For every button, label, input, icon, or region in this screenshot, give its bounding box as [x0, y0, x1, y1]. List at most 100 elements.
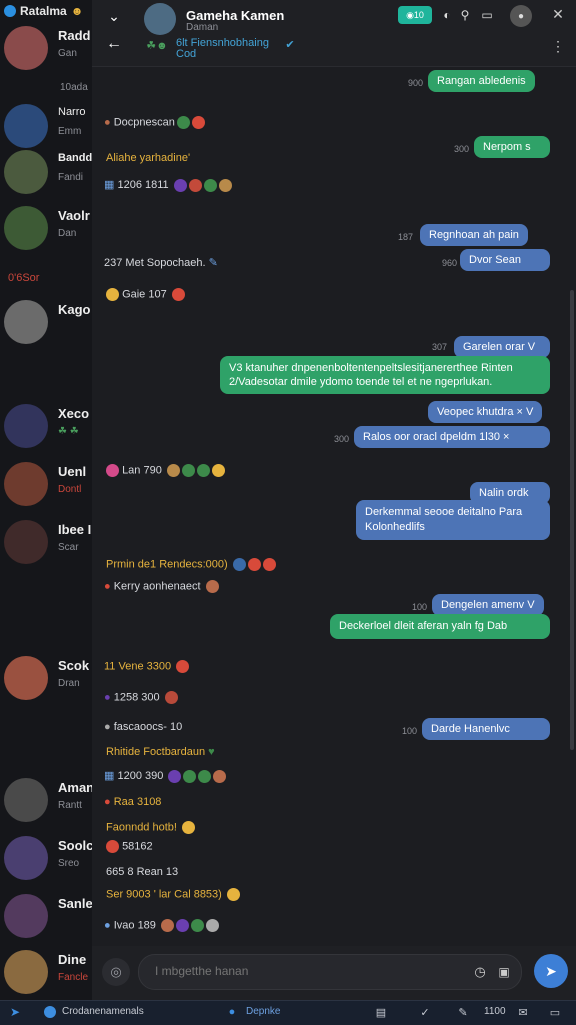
- outgoing-message[interactable]: Ralos oor oracl dpeldm 1l30 ×: [354, 426, 550, 448]
- chat-preview: Fandi: [58, 172, 84, 183]
- chat-list-item[interactable]: Kago: [0, 294, 92, 350]
- pen-icon[interactable]: ✎: [456, 1005, 470, 1019]
- message-text: Kerry aonhenaect: [113, 580, 201, 593]
- window-icon[interactable]: ▭: [548, 1005, 562, 1019]
- incoming-message[interactable]: ▦ 1206 1811: [104, 178, 232, 192]
- chat-preview: Scar: [58, 542, 79, 553]
- emoji-icon: [203, 178, 217, 192]
- contact-description: 6lt Fiensnhobhaing Cod: [176, 38, 269, 60]
- incoming-message[interactable]: Rhitide Foctbardaun ♥: [106, 746, 215, 758]
- attach-icon[interactable]: ◎: [102, 958, 130, 986]
- incoming-message[interactable]: Aliahe yarhadine': [106, 152, 190, 164]
- message-text: Faonndd hotb!: [106, 821, 177, 834]
- chat-list-item[interactable]: Xeco ☘ ☘: [0, 398, 92, 454]
- heart-emoji-icon: [196, 464, 210, 477]
- chat-list-item[interactable]: Aman Rantt: [0, 772, 92, 828]
- contact-avatar[interactable]: [144, 3, 176, 35]
- emoji-icon: [106, 840, 119, 853]
- outgoing-message[interactable]: Nerpom s: [474, 136, 550, 158]
- incoming-message[interactable]: 237 Met Sopochaeh. ✎: [104, 256, 218, 269]
- outgoing-message[interactable]: Dvor Sean: [460, 249, 550, 271]
- message-input[interactable]: [153, 963, 457, 979]
- chat-list-item[interactable]: Uenl Dontl: [0, 456, 92, 512]
- outgoing-message[interactable]: Regnhoan ah pain: [420, 224, 528, 246]
- incoming-message[interactable]: ● Docpnescan: [104, 116, 205, 129]
- folder-icon[interactable]: ▭: [480, 8, 494, 22]
- chat-list-item[interactable]: Dine Fancle: [0, 944, 92, 1000]
- outgoing-message[interactable]: Derkemmal seooe deitalno Para Kolonhedli…: [356, 500, 550, 540]
- chat-list-sidebar: Ratalma ☻ Radd Gan 10ada Narro Emm Bandd…: [0, 0, 92, 1000]
- chat-list-item[interactable]: Radd Gan: [0, 20, 92, 76]
- sticker-icon: ▦: [104, 179, 115, 191]
- message-text: Prmin de1 Rendecs:000): [106, 558, 228, 571]
- message-time: 300: [454, 144, 470, 154]
- profile-avatar[interactable]: ●: [510, 5, 532, 27]
- outgoing-message[interactable]: Veopec khutdra × V: [428, 401, 543, 423]
- outgoing-message[interactable]: Dengelen amenv V: [432, 594, 544, 616]
- mail-icon[interactable]: ✉: [516, 1005, 530, 1019]
- taskbar-center-label[interactable]: Depnke: [246, 1006, 280, 1017]
- check-icon[interactable]: ✓: [418, 1005, 432, 1019]
- more-options-icon[interactable]: ⋮: [551, 38, 565, 54]
- emoji-icon: [205, 919, 219, 932]
- chat-name: Bandd: [58, 152, 92, 164]
- incoming-message[interactable]: ● fascaoocs- 10: [104, 721, 182, 733]
- incoming-message[interactable]: ● 1258 300: [104, 691, 178, 704]
- chat-list-item[interactable]: Ibee I Scar: [0, 514, 92, 570]
- chat-list-item[interactable]: Soolc Sreo: [0, 830, 92, 886]
- chat-name: Scok: [58, 658, 90, 673]
- back-arrow-icon[interactable]: ←: [104, 35, 124, 52]
- location-icon[interactable]: ●: [226, 1005, 238, 1019]
- chat-list-item[interactable]: Bandd Fandi: [0, 144, 92, 200]
- incoming-message[interactable]: ● Kerry aonhenaect: [104, 580, 219, 593]
- chat-list-item[interactable]: 10ada: [0, 78, 92, 98]
- sticker-icon[interactable]: ▣: [495, 963, 513, 981]
- chat-panel: ⌄ ← Gameha Kamen Daman ☘☻ 6lt Fiensnhobh…: [92, 0, 576, 1000]
- emoji-icon: [106, 464, 119, 477]
- avatar-icon: ●: [104, 580, 111, 593]
- outgoing-message[interactable]: V3 ktanuher dnpenenboltentenpeltslesitja…: [220, 356, 550, 394]
- outgoing-message[interactable]: Deckerloel dleit aferan yaln fg Dab: [330, 614, 550, 639]
- emoji-picker-icon[interactable]: ◷: [471, 963, 489, 981]
- outgoing-message[interactable]: Garelen orar V: [454, 336, 550, 358]
- incoming-message[interactable]: ● Raa 3108: [104, 796, 161, 808]
- incoming-message[interactable]: 665 8 Rean 13: [106, 866, 178, 878]
- collapse-icon[interactable]: ⌄: [104, 8, 124, 24]
- description-line: Cod: [176, 48, 197, 60]
- contact-name[interactable]: Gameha Kamen: [186, 8, 284, 23]
- chat-list-item[interactable]: Vaolr Dan: [0, 200, 92, 256]
- close-icon[interactable]: ✕: [550, 6, 566, 22]
- chat-list-item[interactable]: Scok Dran: [0, 650, 92, 706]
- video-icon[interactable]: ◐: [440, 8, 454, 22]
- message-text: 1258 300: [113, 691, 160, 704]
- emoji-icon: [183, 769, 197, 783]
- call-badge[interactable]: ◉ 10: [398, 6, 432, 24]
- incoming-message[interactable]: Gaie 107: [104, 288, 185, 301]
- outgoing-message[interactable]: Rangan abledenis: [428, 70, 535, 92]
- incoming-message[interactable]: Ser 9003 ' lar Cal 8853): [106, 888, 240, 901]
- incoming-message[interactable]: 11 Vene 3300: [104, 660, 190, 673]
- incoming-message[interactable]: Prmin de1 Rendecs:000): [106, 558, 276, 571]
- smile-emoji-icon: [106, 288, 119, 301]
- send-button[interactable]: ➤: [534, 954, 568, 988]
- incoming-message[interactable]: ▦ 1200 390: [104, 769, 227, 783]
- taskbar-app-label[interactable]: Crodanenamenals: [62, 1006, 144, 1017]
- app-icon[interactable]: [44, 1006, 56, 1018]
- search-icon[interactable]: ⚲: [458, 8, 472, 22]
- incoming-message[interactable]: Faonndd hotb!: [106, 821, 196, 834]
- emoji-icon: [188, 178, 202, 192]
- document-icon[interactable]: ▤: [374, 1005, 388, 1019]
- sticker-icon: ✎: [208, 257, 218, 269]
- message-time: 187: [398, 232, 414, 242]
- avatar: [4, 656, 48, 700]
- scrollbar[interactable]: [570, 290, 574, 750]
- incoming-message[interactable]: 58162: [104, 840, 153, 853]
- avatar: [4, 462, 48, 506]
- outgoing-message[interactable]: Darde Hanenlvc: [422, 718, 550, 740]
- start-icon[interactable]: ➤: [8, 1005, 22, 1019]
- incoming-message[interactable]: Lan 790: [104, 464, 225, 477]
- chat-preview: Sreo: [58, 858, 80, 869]
- incoming-message[interactable]: ● Ivao 189: [104, 919, 219, 932]
- chat-list-item[interactable]: Sanle: [0, 888, 92, 944]
- emoji-icon: [171, 288, 185, 301]
